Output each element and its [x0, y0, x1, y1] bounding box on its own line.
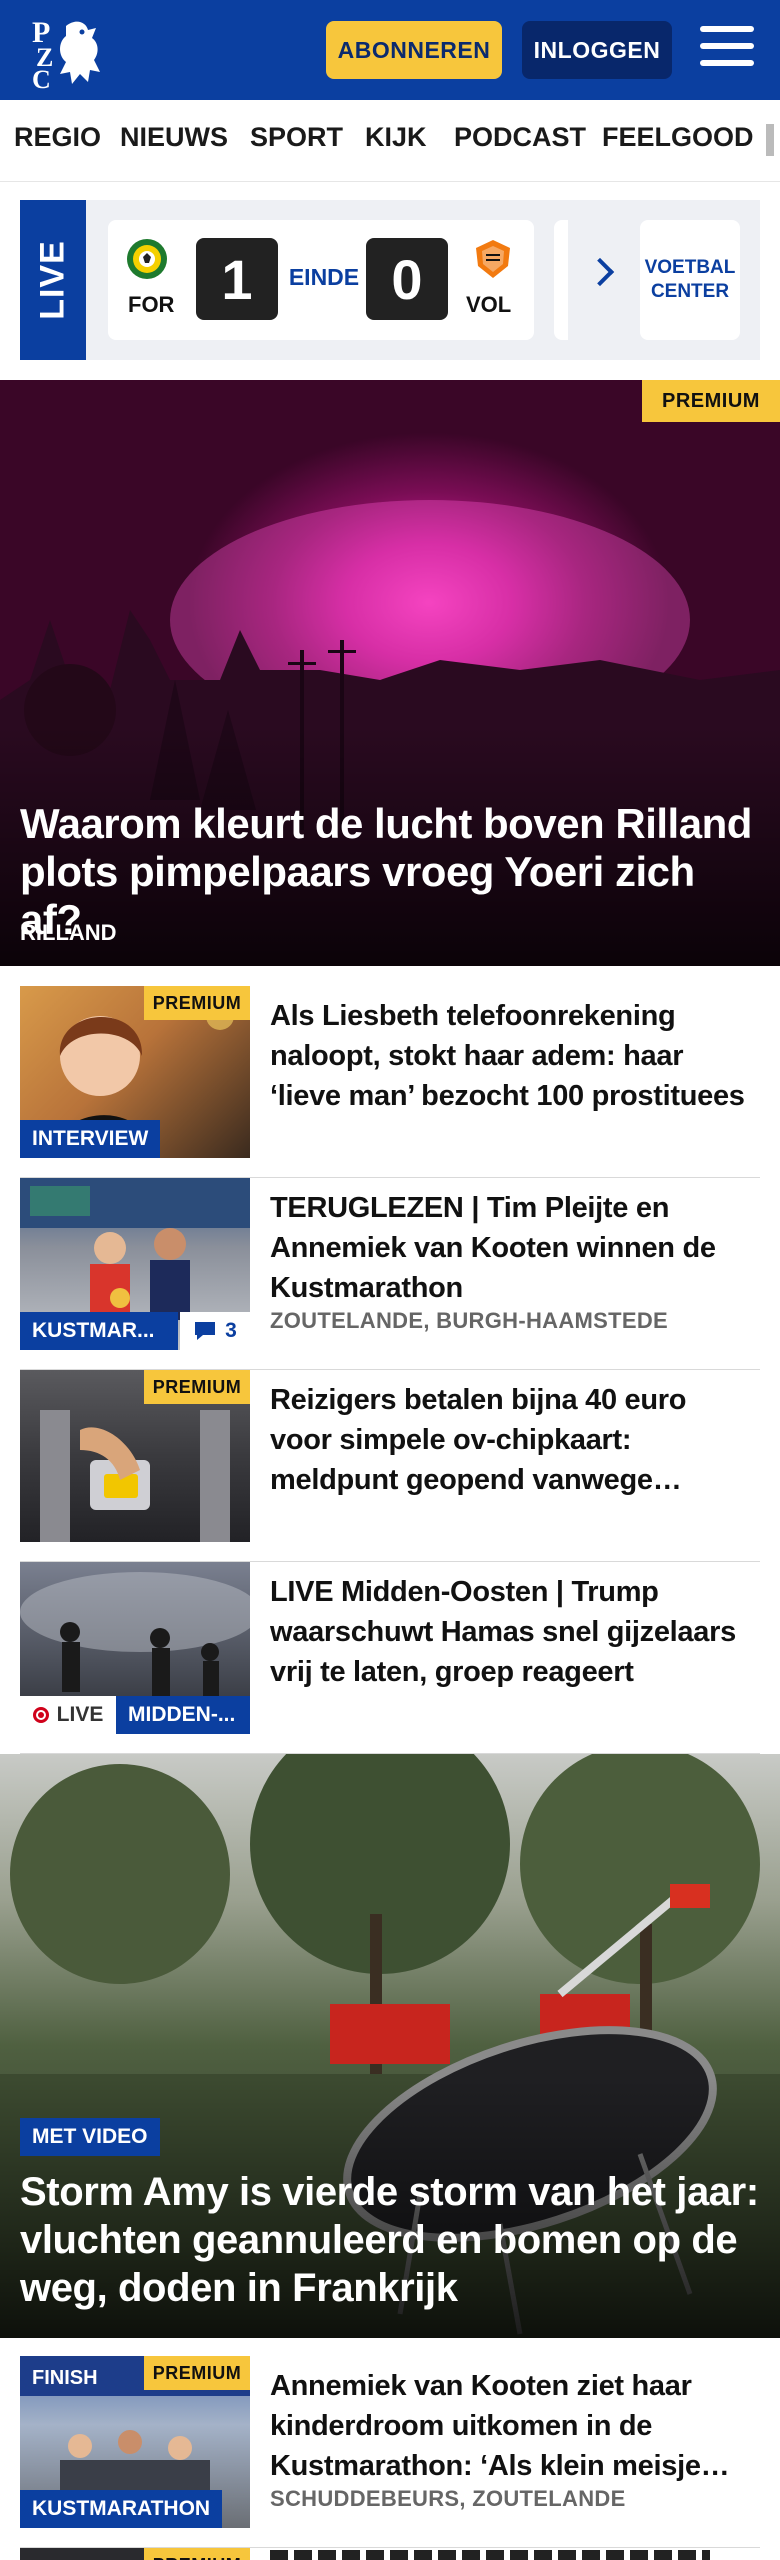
article-location: ZOUTELANDE, BURGH-HAAMSTEDE [270, 1308, 668, 1333]
section-nav: REGIO NIEUWS SPORT KIJK PODCAST FEELGOOD [0, 100, 780, 182]
video-tag: MET VIDEO [20, 2118, 160, 2156]
category-label: KUSTMARATHON [20, 2490, 223, 2528]
category-label: KUSTMAR... [20, 1312, 178, 1350]
match-status: EINDE [288, 264, 360, 290]
category-label: INTERVIEW [20, 1120, 161, 1158]
away-score: 0 [366, 238, 448, 320]
hero-title[interactable]: Waarom kleurt de lucht boven Rilland plo… [20, 800, 760, 944]
article-title[interactable]: LIVE Midden-Oosten | Trump waarschuwt Ha… [270, 1572, 750, 1692]
voetbal-center-button[interactable]: VOETBAL CENTER [640, 220, 740, 340]
list-item[interactable]: PREMIUM Reizigers betalen bijna 40 euro … [20, 1370, 760, 1562]
svg-text:FINISH: FINISH [32, 2367, 98, 2389]
article-thumbnail: PREMIUM [20, 1370, 250, 1542]
volendam-logo-icon [476, 240, 510, 278]
list-item[interactable]: KUSTMAR... 3 TERUGLEZEN | Tim Pleijte en… [20, 1178, 760, 1370]
nav-item-kijk[interactable]: KIJK [365, 122, 427, 153]
subscribe-button[interactable]: ABONNEREN [326, 21, 502, 79]
nav-item-regio[interactable]: REGIO [14, 122, 101, 153]
site-header: P Z C ABONNEREN INLOGGEN [0, 0, 780, 100]
nav-item-sport[interactable]: SPORT [250, 122, 343, 153]
live-tab[interactable]: LIVE [20, 200, 86, 360]
next-article-title-peek[interactable] [270, 2550, 710, 2560]
nav-item-feelgood[interactable]: FEELGOOD [602, 122, 754, 153]
hamburger-menu-icon[interactable] [700, 26, 754, 72]
comment-count[interactable]: 3 [180, 1312, 250, 1350]
list-item[interactable]: LIVE MIDDEN-... LIVE Midden-Oosten | Tru… [20, 1562, 760, 1754]
live-badge: LIVE [20, 1696, 116, 1734]
premium-badge: PREMIUM [642, 380, 780, 422]
article-title[interactable]: TERUGLEZEN | Tim Pleijte en Annemiek van… [270, 1188, 750, 1308]
chevron-right-icon[interactable] [585, 257, 615, 287]
list-item[interactable]: FINISH PREMIUM KUSTMARATHON Annemiek van… [20, 2356, 760, 2548]
article-title[interactable]: Annemiek van Kooten ziet haar kinderdroo… [270, 2366, 750, 2486]
article-title[interactable]: Als Liesbeth telefoonrekening naloopt, s… [270, 996, 750, 1116]
login-button[interactable]: INLOGGEN [522, 21, 672, 79]
hero-location: RILLAND [20, 920, 117, 945]
article-title[interactable]: Reizigers betalen bijna 40 euro voor sim… [270, 1380, 750, 1500]
category-label: MIDDEN-... [116, 1696, 250, 1734]
list-item[interactable]: PREMIUM INTERVIEW Als Liesbeth telefoonr… [20, 986, 760, 1178]
live-scores-strip: LIVE FOR 1 EINDE 0 VOL VOETBAL CENTER [20, 200, 760, 360]
nav-overflow-item[interactable] [766, 124, 774, 156]
premium-badge: PREMIUM [144, 2356, 250, 2390]
article-thumbnail: FINISH PREMIUM KUSTMARATHON [20, 2356, 250, 2528]
match-card[interactable]: FOR 1 EINDE 0 VOL [108, 220, 534, 340]
premium-badge: PREMIUM [144, 986, 250, 1020]
article-thumbnail: PREMIUM INTERVIEW [20, 986, 250, 1158]
home-team-name: FOR [128, 292, 175, 317]
away-team-name: VOL [466, 292, 512, 317]
nav-item-podcast[interactable]: PODCAST [454, 122, 586, 153]
svg-text:C: C [32, 65, 51, 90]
article-thumbnail: KUSTMAR... 3 [20, 1178, 250, 1350]
home-score: 1 [196, 238, 278, 320]
pzc-logo[interactable]: P Z C [26, 12, 112, 94]
premium-badge: PREMIUM [144, 2548, 250, 2560]
next-match-card[interactable] [554, 220, 568, 340]
nav-item-nieuws[interactable]: NIEUWS [120, 122, 228, 153]
premium-badge: PREMIUM [144, 1370, 250, 1404]
comment-icon [195, 1322, 216, 1340]
live-dot-icon [32, 1707, 49, 1723]
fortuna-logo-icon [127, 239, 167, 279]
featured-article[interactable]: MET VIDEO Storm Amy is vierde storm van … [0, 1754, 780, 2338]
article-thumbnail: LIVE MIDDEN-... [20, 1562, 250, 1734]
featured-title[interactable]: Storm Amy is vierde storm van het jaar: … [20, 2168, 760, 2312]
hero-article[interactable]: PREMIUM Waarom kleurt de lucht boven Ril… [0, 380, 780, 966]
article-location: SCHUDDEBEURS, ZOUTELANDE [270, 2486, 626, 2511]
next-article-thumbnail[interactable]: PREMIUM [20, 2548, 250, 2560]
